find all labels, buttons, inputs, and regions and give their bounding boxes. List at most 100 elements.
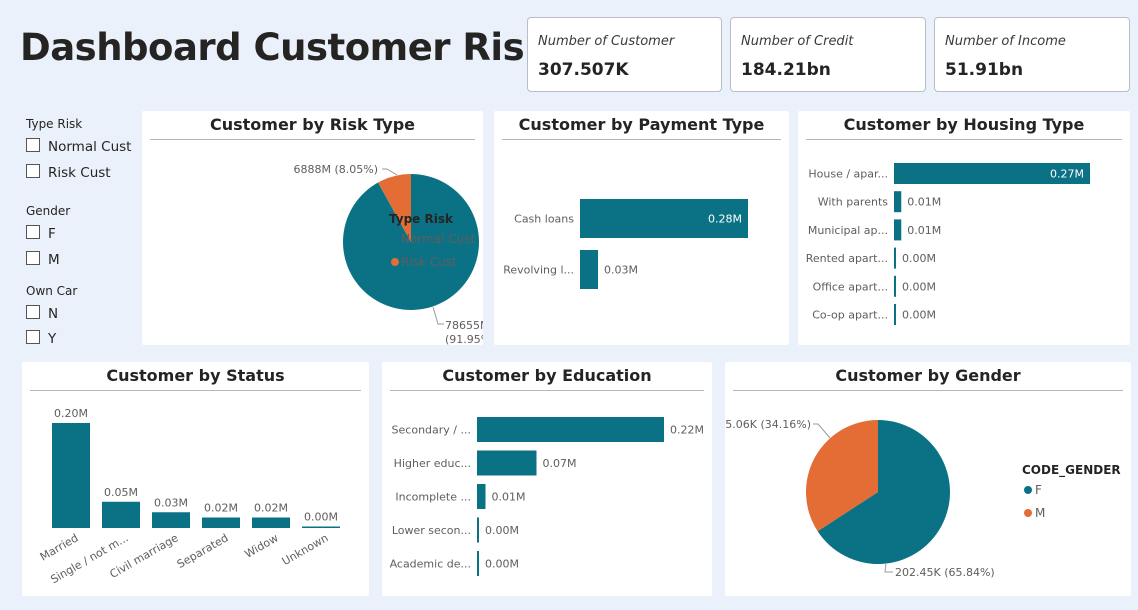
category-label: Lower secon... [392,524,471,537]
bar [102,501,140,528]
bar [477,551,479,576]
bar [894,247,896,269]
category-label: Municipal ap... [808,224,888,237]
bar [894,275,896,297]
data-label: 0.03M [154,496,188,509]
data-label: 0.00M [304,511,338,524]
category-label: Married [38,531,81,563]
bar [477,484,486,509]
checkbox[interactable] [26,251,40,265]
kpi-label: Number of Credit [741,34,854,49]
bar [302,526,340,528]
data-label: 0.00M [902,280,936,293]
slicer-item-label: Y [48,331,57,347]
data-label: 105.06K (34.16%) [725,418,811,431]
slicer-item-normal-cust[interactable]: Normal Cust [26,138,131,155]
slicer-item-n[interactable]: N [26,305,58,322]
category-label: Secondary / ... [392,424,471,437]
page-title: Dashboard Customer Risk [20,26,549,69]
slicer-item-f[interactable]: F [26,225,56,242]
legend-label: F [1035,483,1042,497]
legend-label: Normal Cust [401,232,475,246]
data-label: 0.03M [604,264,638,277]
legend-title: CODE_GENDER [1022,463,1121,478]
slicer-item-y[interactable]: Y [26,330,56,347]
slicer-title-car: Own Car [26,284,78,298]
kpi-label: Number of Customer [538,34,675,49]
data-label: 78655M [445,319,483,332]
category-label: Office apart... [813,280,888,293]
leader-line [884,562,893,573]
category-label: Rented apart... [806,252,888,265]
slicer-item-label: N [48,306,59,322]
checkbox[interactable] [26,138,40,152]
category-label: Co-op apart... [812,309,888,322]
checkbox[interactable] [26,305,40,319]
status-chart-card: Customer by Status 0.20M Married 0.05M Sing… [22,362,369,596]
data-label: 0.00M [902,309,936,322]
data-label: 6888M (8.05%) [293,163,378,176]
education-bar-chart: Secondary / ... 0.22M Higher educ... 0.07M I… [390,417,704,576]
data-label: 0.02M [254,502,288,515]
kpi-value: 184.21bn [741,60,831,80]
slicer-item-label: M [48,252,60,268]
housing-type-chart-card: Customer by Housing Type House / apar...… [798,111,1130,345]
checkbox[interactable] [26,330,40,344]
data-label: (91.95%) [445,333,483,345]
slicer-item-label: F [48,226,56,242]
slicer-item-label: Risk Cust [48,165,111,181]
bar [152,512,190,528]
payment-type-bar-chart: Cash loans 0.28M Revolving l... 0.03M [503,199,748,289]
data-label: 0.02M [204,502,238,515]
kpi-label: Number of Income [945,34,1066,49]
slicer-title-risk: Type Risk [26,117,83,131]
slicer-item-m[interactable]: M [26,251,60,268]
data-label: 0.22M [670,424,704,437]
checkbox[interactable] [26,225,40,239]
kpi-value: 51.91bn [945,60,1024,80]
leader-line [432,306,444,325]
bar [894,304,896,325]
legend-marker [1024,509,1032,517]
category-label: With parents [818,196,889,209]
leader-line [382,168,398,176]
data-label: 0.00M [485,524,519,537]
category-label: Academic de... [390,558,471,571]
gender-chart-card: Customer by Gender 105.06K (34.16%)202.4… [725,362,1131,596]
legend-marker [391,235,399,243]
data-label: 0.01M [907,196,941,209]
bar [252,517,290,528]
category-label: Separated [175,531,231,571]
data-label: 0.01M [492,491,526,504]
data-label: 202.45K (65.84%) [895,566,995,579]
kpi-card-customers: Number of Customer 307.507K [527,17,722,92]
data-label: 0.28M [708,213,742,226]
slicer-item-risk-cust[interactable]: Risk Cust [26,164,111,181]
slicer-title-gender: Gender [26,204,71,218]
bar [52,423,90,528]
checkbox[interactable] [26,164,40,178]
housing-type-bar-chart: House / apar... 0.27M With parents 0.01M Mun… [806,163,1090,325]
leader-line [813,423,831,439]
category-label: Cash loans [514,213,574,226]
data-label: 0.07M [543,457,577,470]
bar [580,250,598,289]
gender-pie-chart: 105.06K (34.16%) 202.45K (65.84%) CODE_GEN… [725,418,1121,579]
risk-type-chart-card: Customer by Risk Type 6888M (8.05%) 78655… [142,111,483,345]
category-label: Unknown [280,531,331,568]
legend-label: M [1035,506,1045,520]
kpi-card-income: Number of Income 51.91bn [934,17,1130,92]
category-label: Widow [242,531,280,560]
data-label: 0.20M [54,407,88,420]
category-label: House / apar... [808,168,888,181]
data-label: 0.00M [902,252,936,265]
data-label: 0.00M [485,558,519,571]
status-bar-chart: 0.20MMarried0.05MSingle / not m...0.03MC… [38,407,340,586]
legend-label: Risk Cust [401,255,457,269]
bar [894,191,902,213]
data-label: 0.27M [1050,168,1084,181]
education-chart-card: Customer by Education Secondary / ... 0.2… [382,362,712,596]
risk-type-pie-chart: 6888M (8.05%) 78655M(91.95%) Type Risk Norm… [293,163,483,345]
legend-marker [391,258,399,266]
kpi-value: 307.507K [538,60,629,80]
